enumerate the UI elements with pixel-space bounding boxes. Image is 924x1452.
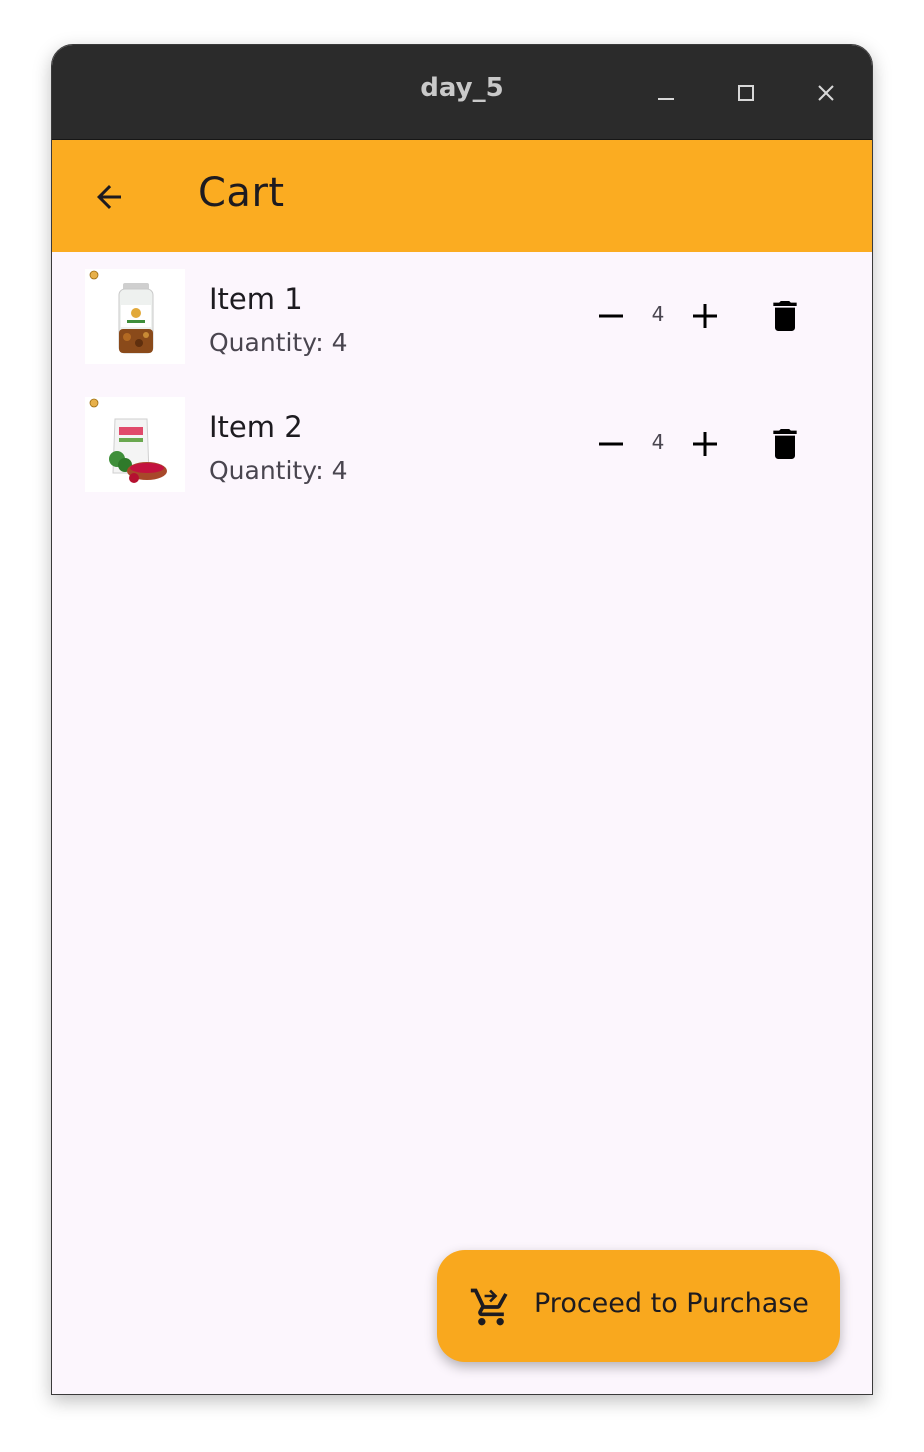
increment-button[interactable] [681, 420, 729, 468]
page-title: Cart [198, 170, 285, 216]
app-window: day_5 Cart Item 1 Quantity: 4 4 Item 2 Q… [51, 44, 873, 1395]
pouch-product-image[interactable] [85, 397, 185, 492]
item-quantity-label: Quantity: 4 [209, 328, 348, 357]
minus-icon [599, 314, 623, 318]
trash-icon [773, 301, 797, 331]
minus-icon [599, 442, 623, 446]
close-icon [818, 85, 834, 101]
cart-item-row: Item 2 Quantity: 4 4 [52, 380, 872, 508]
trash-icon [773, 429, 797, 459]
back-button[interactable] [82, 170, 136, 224]
proceed-to-purchase-label: Proceed to Purchase [534, 1288, 809, 1319]
item-name: Item 2 [209, 410, 303, 444]
close-button[interactable] [806, 73, 846, 113]
item-quantity-label: Quantity: 4 [209, 456, 348, 485]
decrement-button[interactable] [587, 420, 635, 468]
arrow-back-icon [97, 185, 121, 209]
delete-button[interactable] [761, 292, 809, 340]
minimize-icon [658, 98, 674, 100]
plus-icon [693, 432, 717, 456]
maximize-button[interactable] [726, 73, 766, 113]
item-name: Item 1 [209, 282, 303, 316]
decrement-button[interactable] [587, 292, 635, 340]
app-bar: Cart [52, 140, 872, 252]
plus-icon [693, 304, 717, 328]
increment-button[interactable] [681, 292, 729, 340]
minimize-button[interactable] [646, 73, 686, 113]
cart-item-row: Item 1 Quantity: 4 4 [52, 252, 872, 380]
maximize-icon [738, 85, 754, 101]
window-titlebar[interactable]: day_5 [52, 45, 872, 140]
quantity-value: 4 [651, 430, 665, 454]
cart-arrow-icon [470, 1288, 508, 1326]
proceed-to-purchase-button[interactable]: Proceed to Purchase [437, 1250, 840, 1362]
jar-product-image[interactable] [85, 269, 185, 364]
quantity-value: 4 [651, 302, 665, 326]
delete-button[interactable] [761, 420, 809, 468]
